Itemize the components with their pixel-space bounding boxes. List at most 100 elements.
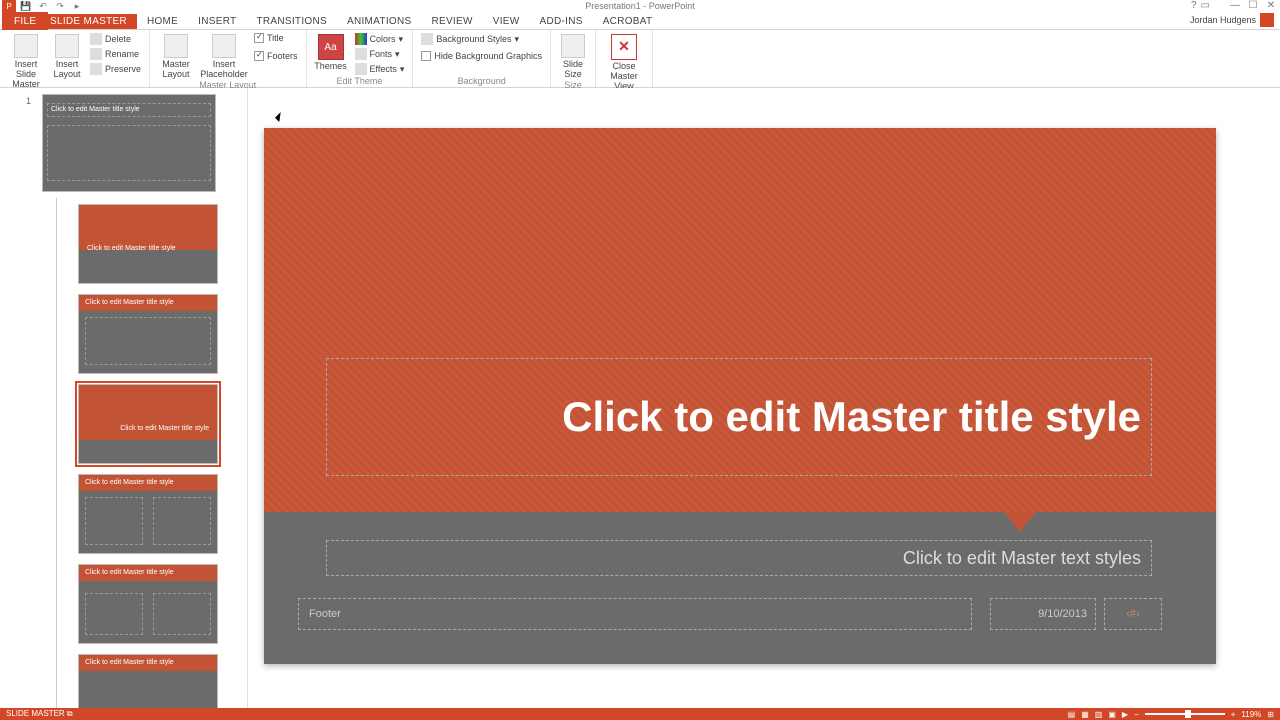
tab-view[interactable]: VIEW [483,14,530,29]
ribbon-options-icon[interactable]: ▭ [1201,0,1210,11]
placeholder-icon [212,34,236,58]
insert-layout-label: Insert Layout [50,60,84,80]
bg-styles-label: Background Styles [436,34,511,44]
fonts-button[interactable]: Fonts▾ [353,47,407,61]
notch-shape [1004,512,1036,532]
tab-acrobat[interactable]: ACROBAT [593,14,663,29]
bg-styles-icon [421,33,433,45]
redo-icon[interactable]: ↷ [53,0,67,12]
group-master-layout: Master Layout Insert Placeholder Title F… [150,30,307,87]
window-title: Presentation1 - PowerPoint [585,1,695,11]
group-close: ✕Close Master View Close [596,30,653,87]
undo-icon[interactable]: ↶ [36,0,50,12]
thumbnail-panel[interactable]: 1 Click to edit Master title style Click… [0,88,248,708]
layout-thumbnail-3[interactable]: Click to edit Master title style [78,384,237,464]
view-slideshow-icon[interactable]: ▶ [1122,710,1128,719]
themes-button[interactable]: AaThemes [313,32,349,72]
status-mode: SLIDE MASTER ⧉ [6,709,73,719]
ribbon: Insert Slide Master Insert Layout Delete… [0,30,1280,88]
layout-thumbnail-2[interactable]: Click to edit Master title style [78,294,237,374]
footers-check-label: Footers [267,51,298,61]
effects-button[interactable]: Effects▾ [353,62,407,76]
master-layout-button[interactable]: Master Layout [156,32,196,80]
slide-size-button[interactable]: Slide Size [557,32,589,80]
background-styles-button[interactable]: Background Styles▾ [419,32,544,46]
thumb-title: Click to edit Master title style [85,659,174,666]
thumb-title: Click to edit Master title style [85,299,174,306]
layout-thumbnail-6[interactable]: Click to edit Master title style [78,654,237,708]
tab-addins[interactable]: ADD-INS [529,14,592,29]
notes-button[interactable]: ▤ [1068,710,1076,719]
dropdown-icon: ▾ [400,64,405,75]
close-icon[interactable]: ✕ [1264,0,1278,11]
slide-number-text: ‹#› [1126,608,1139,620]
layout-icon [55,34,79,58]
footer-placeholder[interactable]: Footer [298,598,972,630]
fonts-icon [355,48,367,60]
fit-to-window-icon[interactable]: ⊞ [1267,710,1274,719]
status-launcher-icon[interactable]: ⧉ [67,709,73,718]
title-checkbox[interactable]: Title [252,32,300,44]
preserve-button[interactable]: Preserve [88,62,143,76]
slide-master-icon [14,34,38,58]
tab-review[interactable]: REVIEW [421,14,482,29]
slide-size-label: Slide Size [557,60,589,80]
date-text: 9/10/2013 [1038,608,1087,620]
subtitle-placeholder[interactable]: Click to edit Master text styles [326,540,1152,576]
colors-icon [355,33,367,45]
view-normal-icon[interactable]: ▦ [1081,710,1089,719]
tab-slide-master[interactable]: SLIDE MASTER [40,14,137,29]
delete-label: Delete [105,34,131,44]
layout-thumbnail-4[interactable]: Click to edit Master title style [78,474,237,554]
preserve-icon [90,63,102,75]
close-master-view-button[interactable]: ✕Close Master View [602,32,646,92]
thumb-title: Click to edit Master title style [87,245,176,252]
slide-number-placeholder[interactable]: ‹#› [1104,598,1162,630]
colors-label: Colors [370,34,396,44]
view-sorter-icon[interactable]: ▥ [1095,710,1103,719]
tab-animations[interactable]: ANIMATIONS [337,14,421,29]
status-bar: SLIDE MASTER ⧉ ▤ ▦ ▥ ▣ ▶ − + 119% ⊞ [0,708,1280,720]
tab-home[interactable]: HOME [137,14,188,29]
thumb-title: Click to edit Master title style [120,425,209,432]
signin-area[interactable]: Jordan Hudgens [1190,12,1274,28]
zoom-slider[interactable] [1145,713,1225,715]
themes-icon: Aa [318,34,344,60]
hide-bg-checkbox[interactable]: Hide Background Graphics [419,50,544,62]
help-icon[interactable]: ? [1191,0,1197,11]
group-edit-theme: AaThemes Colors▾ Fonts▾ Effects▾ Edit Th… [307,30,414,87]
footer-text: Footer [309,608,341,620]
delete-button[interactable]: Delete [88,32,143,46]
save-icon[interactable]: 💾 [19,0,33,12]
tab-file[interactable]: FILE [2,12,48,30]
zoom-out-icon[interactable]: − [1134,710,1139,719]
minimize-icon[interactable]: — [1228,0,1242,11]
tab-transitions[interactable]: TRANSITIONS [246,14,337,29]
title-placeholder[interactable]: Click to edit Master title style [326,358,1152,476]
hide-bg-label: Hide Background Graphics [434,51,542,61]
group-label: Background [419,76,544,87]
zoom-level[interactable]: 119% [1241,710,1261,719]
group-size: Slide Size Size [551,30,596,87]
tab-insert[interactable]: INSERT [188,14,246,29]
slide[interactable]: Click to edit Master title style Click t… [264,128,1216,664]
layout-thumbnail-1[interactable]: Click to edit Master title style [78,204,237,284]
date-placeholder[interactable]: 9/10/2013 [990,598,1096,630]
footers-checkbox[interactable]: Footers [252,50,300,62]
zoom-in-icon[interactable]: + [1231,710,1236,719]
effects-label: Effects [370,64,397,74]
thumb-title: Click to edit Master title style [51,106,140,113]
colors-button[interactable]: Colors▾ [353,32,407,46]
layout-thumbnail-5[interactable]: Click to edit Master title style [78,564,237,644]
insert-placeholder-button[interactable]: Insert Placeholder [200,32,248,80]
preserve-label: Preserve [105,64,141,74]
rename-button[interactable]: Rename [88,47,143,61]
start-icon[interactable]: ▸ [70,0,84,12]
master-thumbnail[interactable]: 1 Click to edit Master title style [42,94,237,192]
insert-layout-button[interactable]: Insert Layout [50,32,84,80]
view-reading-icon[interactable]: ▣ [1108,710,1116,719]
maximize-icon[interactable]: ☐ [1246,0,1260,11]
insert-slide-master-button[interactable]: Insert Slide Master [6,32,46,90]
slide-canvas[interactable]: Click to edit Master title style Click t… [248,88,1280,708]
dropdown-icon: ▾ [395,49,400,60]
